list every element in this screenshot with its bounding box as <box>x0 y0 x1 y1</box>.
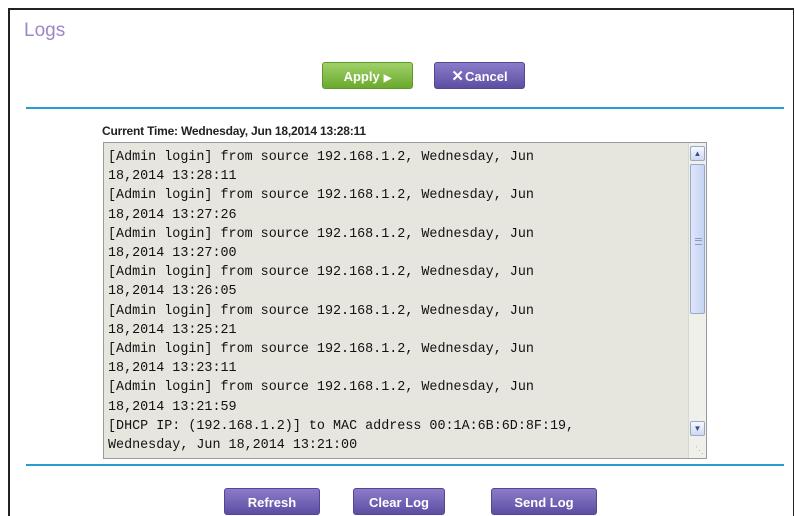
current-time: Current Time: Wednesday, Jun 18,2014 13:… <box>102 124 366 138</box>
cancel-button[interactable]: ✕Cancel <box>434 62 525 89</box>
play-arrow-icon: ▶ <box>383 73 392 84</box>
chevron-down-icon[interactable]: ▼ <box>690 421 705 436</box>
send-log-button[interactable]: Send Log <box>491 488 597 515</box>
logs-panel: Logs Apply ▶ ✕Cancel Current Time: Wednes… <box>8 8 794 516</box>
resize-grip-icon[interactable]: ⋱ <box>695 445 704 456</box>
clear-log-button[interactable]: Clear Log <box>353 488 445 515</box>
log-content: [Admin login] from source 192.168.1.2, W… <box>108 150 575 454</box>
cancel-label: Cancel <box>464 69 508 84</box>
log-scrollbar[interactable]: ▲ ▼ ⋱ <box>688 143 706 458</box>
apply-button[interactable]: Apply ▶ <box>322 62 413 89</box>
grip-icon <box>695 238 702 245</box>
log-textarea[interactable]: [Admin login] from source 192.168.1.2, W… <box>103 142 707 459</box>
scrollbar-thumb[interactable] <box>690 164 705 314</box>
x-icon: ✕ <box>451 68 464 85</box>
page-title: Logs <box>24 20 66 41</box>
chevron-up-icon[interactable]: ▲ <box>690 146 705 161</box>
top-divider <box>26 107 784 109</box>
refresh-button[interactable]: Refresh <box>224 488 320 515</box>
bottom-divider <box>26 464 784 466</box>
apply-label: Apply <box>343 69 380 84</box>
